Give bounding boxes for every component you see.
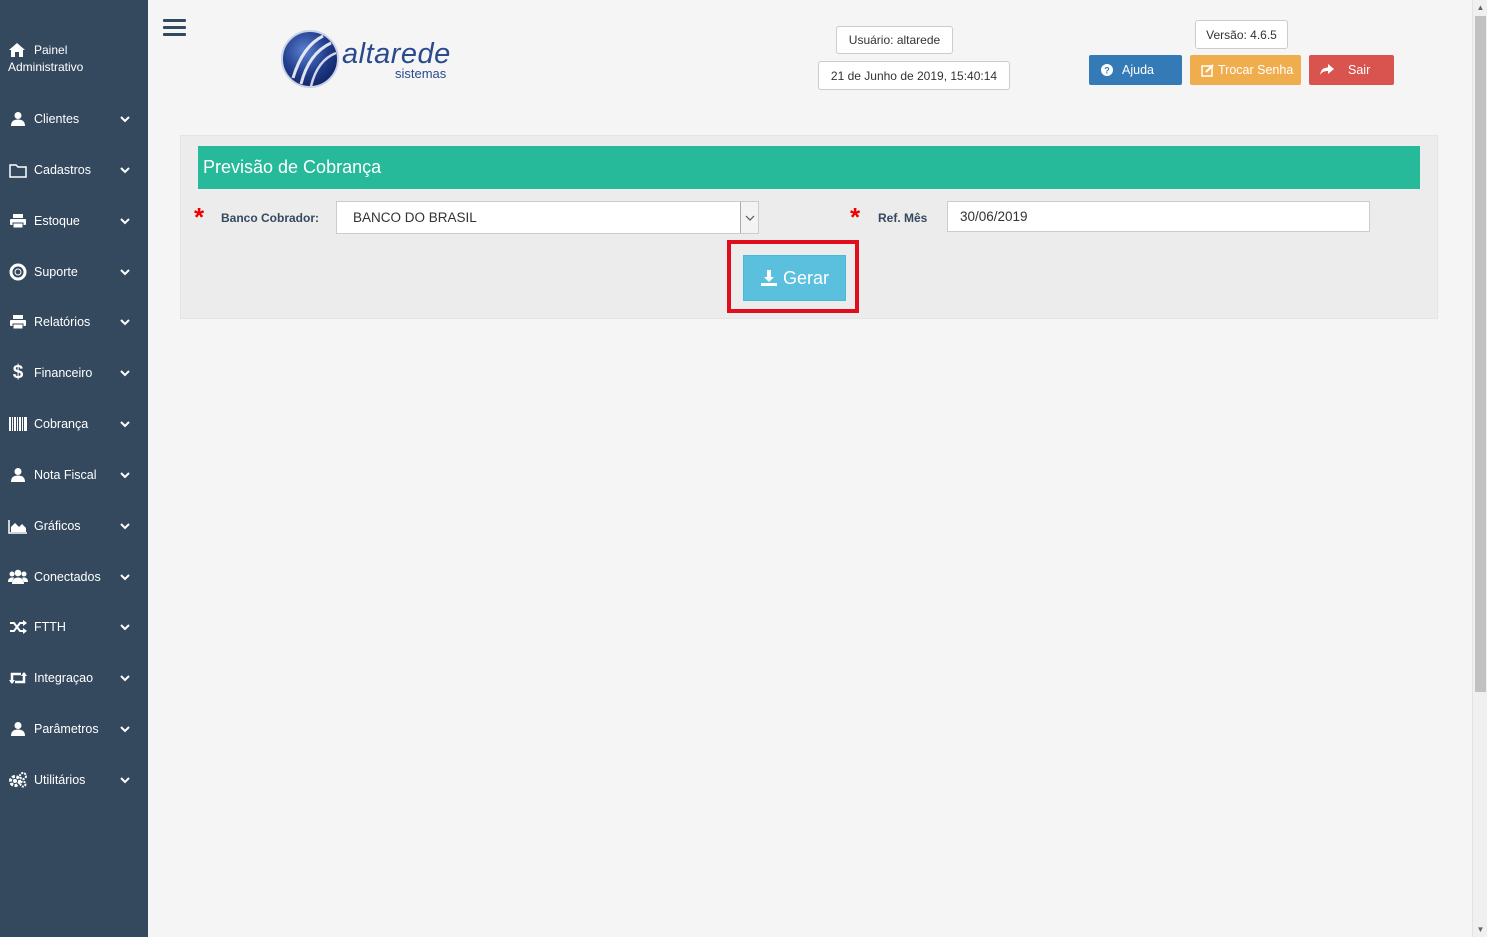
- required-asterisk-icon: *: [194, 202, 205, 232]
- chevron-down-icon: [120, 574, 130, 581]
- chevron-down-icon: [740, 202, 758, 233]
- change-password-button[interactable]: Trocar Senha: [1190, 55, 1301, 85]
- generate-button[interactable]: Gerar: [743, 255, 846, 301]
- chevron-down-icon: [120, 116, 130, 123]
- chevron-down-icon: [120, 269, 130, 276]
- retweet-icon: [8, 669, 28, 687]
- chevron-down-icon: [120, 675, 130, 682]
- chevron-down-icon: [120, 523, 130, 530]
- folder-icon: [8, 161, 28, 179]
- logo: altarede sistemas: [279, 28, 464, 92]
- change-password-label: Trocar Senha: [1218, 63, 1294, 77]
- chevron-down-icon: [120, 167, 130, 174]
- chevron-down-icon: [120, 777, 130, 784]
- datetime-box: 21 de Junho de 2019, 15:40:14: [818, 61, 1010, 90]
- sidebar: Painel Administrativo Clientes Cadastros…: [0, 0, 148, 937]
- generate-label: Gerar: [782, 267, 829, 288]
- home-icon: [9, 43, 25, 57]
- sidebar-item-parametros[interactable]: Parâmetros: [0, 711, 148, 747]
- sidebar-item-label: Nota Fiscal: [34, 468, 97, 482]
- sidebar-item-relatorios[interactable]: Relatórios: [0, 304, 148, 340]
- version-box: Versão: 4.6.5: [1195, 20, 1288, 49]
- svg-text:?: ?: [1104, 66, 1110, 76]
- users-icon: [8, 568, 28, 586]
- chevron-down-icon: [120, 624, 130, 631]
- question-circle-icon: ?: [1100, 63, 1114, 77]
- sidebar-item-label: Gráficos: [34, 519, 81, 533]
- user-icon: [8, 466, 28, 484]
- sidebar-item-label: Clientes: [34, 112, 80, 126]
- sidebar-item-financeiro[interactable]: $ Financeiro: [0, 355, 148, 391]
- download-icon: [760, 269, 778, 287]
- sidebar-item-label: FTTH: [34, 620, 66, 634]
- sidebar-item-label: Parâmetros: [34, 722, 99, 736]
- chevron-down-icon: [120, 218, 130, 225]
- share-arrow-icon: [1320, 63, 1334, 77]
- sidebar-item-integracao[interactable]: Integraçao: [0, 660, 148, 696]
- sidebar-item-label: Cadastros: [34, 163, 91, 177]
- barcode-icon: [8, 415, 28, 433]
- sidebar-item-label: Relatórios: [34, 315, 91, 329]
- menu-toggle-icon[interactable]: [163, 19, 186, 38]
- sidebar-home[interactable]: Painel Administrativo: [8, 42, 143, 76]
- chevron-down-icon: [120, 472, 130, 479]
- sidebar-item-clientes[interactable]: Clientes: [0, 101, 148, 137]
- vertical-scrollbar[interactable]: ▲ ▼: [1472, 0, 1487, 937]
- sidebar-item-conectados[interactable]: Conectados: [0, 559, 148, 595]
- ref-month-input[interactable]: 30/06/2019: [947, 201, 1370, 232]
- user-box: Usuário: altarede: [836, 26, 953, 54]
- user-icon: [8, 720, 28, 738]
- sidebar-item-label: Estoque: [34, 214, 80, 228]
- sidebar-item-nota-fiscal[interactable]: Nota Fiscal: [0, 457, 148, 493]
- chevron-down-icon: [120, 421, 130, 428]
- logo-subtitle: sistemas: [395, 66, 447, 81]
- sidebar-item-label: Integraçao: [34, 671, 94, 685]
- help-button[interactable]: ? Ajuda: [1089, 55, 1182, 85]
- exit-label: Sair: [1348, 63, 1371, 77]
- lifebuoy-icon: [8, 263, 28, 281]
- sidebar-item-estoque[interactable]: Estoque: [0, 203, 148, 239]
- chevron-down-icon: [120, 726, 130, 733]
- logo-globe-icon: [281, 30, 339, 88]
- print-icon: [8, 313, 28, 331]
- help-label: Ajuda: [1122, 63, 1154, 77]
- sidebar-item-cadastros[interactable]: Cadastros: [0, 152, 148, 188]
- scroll-up-icon[interactable]: ▲: [1476, 3, 1485, 12]
- sidebar-item-label: Financeiro: [34, 366, 93, 380]
- bank-select[interactable]: BANCO DO BRASIL: [336, 201, 759, 234]
- gears-icon: [8, 771, 28, 789]
- bank-label: Banco Cobrador:: [221, 211, 320, 225]
- bank-select-value: BANCO DO BRASIL: [353, 210, 477, 225]
- random-icon: [8, 618, 28, 636]
- required-asterisk-icon: *: [850, 202, 861, 232]
- sidebar-item-ftth[interactable]: FTTH: [0, 609, 148, 645]
- panel-title: Previsão de Cobrança: [198, 146, 1420, 189]
- scrollbar-thumb[interactable]: [1475, 16, 1486, 692]
- sidebar-item-suporte[interactable]: Suporte: [0, 254, 148, 290]
- sidebar-item-label: Suporte: [34, 265, 78, 279]
- sidebar-item-label: Utilitários: [34, 773, 86, 787]
- sidebar-item-cobranca[interactable]: Cobrança: [0, 406, 148, 442]
- user-icon: [8, 110, 28, 128]
- area-chart-icon: [8, 517, 28, 535]
- chevron-down-icon: [120, 370, 130, 377]
- scroll-down-icon[interactable]: ▼: [1476, 925, 1485, 934]
- edit-icon: [1200, 63, 1214, 77]
- exit-button[interactable]: Sair: [1309, 55, 1394, 85]
- chevron-down-icon: [120, 319, 130, 326]
- dollar-icon: $: [12, 362, 24, 383]
- print-icon: [8, 212, 28, 230]
- sidebar-home-label-1: Painel: [34, 43, 68, 57]
- sidebar-item-label: Cobrança: [34, 417, 89, 431]
- sidebar-item-graficos[interactable]: Gráficos: [0, 508, 148, 544]
- sidebar-item-label: Conectados: [34, 570, 101, 584]
- sidebar-item-utilitarios[interactable]: Utilitários: [0, 762, 148, 798]
- ref-month-label: Ref. Mês: [878, 211, 928, 225]
- sidebar-home-label-2: Administrativo: [8, 60, 84, 74]
